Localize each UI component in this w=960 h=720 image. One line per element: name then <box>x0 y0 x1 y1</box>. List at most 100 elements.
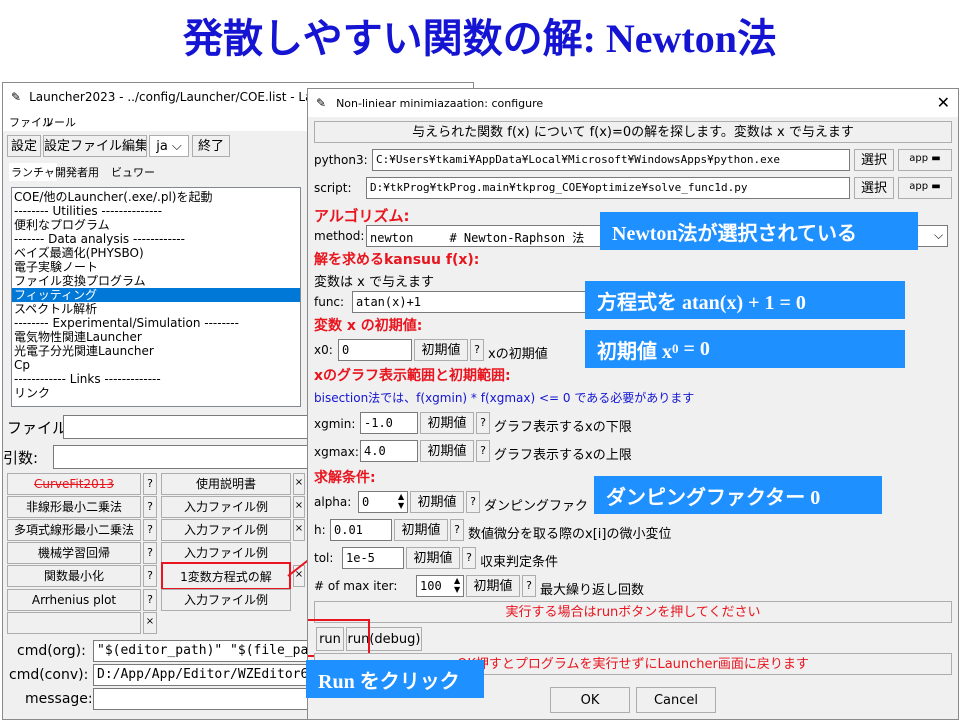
manual-button[interactable]: 使用説明書 <box>161 473 291 495</box>
x0-default-button[interactable]: 初期値 <box>414 339 468 361</box>
ml-regression-button[interactable]: 機械学習回帰 <box>7 542 141 564</box>
python-path-field[interactable]: C:¥Users¥tkami¥AppData¥Local¥Microsoft¥W… <box>372 149 850 171</box>
alpha-default-button[interactable]: 初期値 <box>410 491 464 513</box>
settings-button[interactable]: 設定 <box>7 135 41 157</box>
empty-button[interactable] <box>7 612 141 634</box>
callout-initial-suffix: = 0 <box>678 337 710 360</box>
list-item[interactable]: リンク <box>12 386 300 400</box>
polynomial-lsq-button[interactable]: 多項式線形最小二乗法 <box>7 519 141 541</box>
spin-arrows-icon[interactable]: ▲ ▼ <box>398 492 404 510</box>
run-message: 実行する場合はrunボタンを押してください <box>314 601 952 623</box>
xgmax-default-button[interactable]: 初期値 <box>420 440 474 462</box>
tol-description: 収束判定条件 <box>480 555 559 570</box>
help-button[interactable]: ? <box>143 496 157 518</box>
tol-help-button[interactable]: ? <box>462 547 476 569</box>
file-field[interactable] <box>63 415 313 439</box>
x0-field[interactable]: 0 <box>338 339 412 361</box>
tol-default-button[interactable]: 初期値 <box>406 547 460 569</box>
list-item[interactable]: ------------ Links ------------- <box>12 372 300 386</box>
xgmin-default-button[interactable]: 初期値 <box>420 412 474 434</box>
language-select[interactable]: ja ⌵ <box>149 135 189 157</box>
xgmax-field[interactable]: 4.0 <box>360 440 418 462</box>
list-item[interactable]: ベイズ最適化(PHYSBO) <box>12 246 300 260</box>
program-list[interactable]: COE/他のLauncher(.exe/.pl)を起動 -------- Uti… <box>11 187 301 407</box>
xgmax-label: xgmax: <box>314 445 359 459</box>
list-item[interactable]: 便利なプログラム <box>12 218 300 232</box>
h-default-button[interactable]: 初期値 <box>394 519 448 541</box>
x0-help-button[interactable]: ? <box>470 339 484 361</box>
help-button[interactable]: ? <box>143 519 157 541</box>
list-item[interactable]: -------- Experimental/Simulation -------… <box>12 316 300 330</box>
callout-initial-prefix: 初期値 x <box>597 340 672 363</box>
xgmax-description: グラフ表示するxの上限 <box>494 448 632 463</box>
function-minimize-button[interactable]: 関数最小化 <box>7 565 141 587</box>
list-item[interactable]: 電気物性関連Launcher <box>12 330 300 344</box>
input-example-button[interactable]: 入力ファイル例 <box>161 589 291 611</box>
close-icon[interactable]: × <box>293 473 305 495</box>
python-label: python3: <box>314 153 368 167</box>
list-item[interactable]: Cp <box>12 358 300 372</box>
list-item-selected[interactable]: フィッティング <box>12 288 300 302</box>
close-icon[interactable]: ✕ <box>937 93 950 112</box>
close-icon[interactable]: × <box>143 612 157 634</box>
xgmin-help-button[interactable]: ? <box>476 412 490 434</box>
input-example-button[interactable]: 入力ファイル例 <box>161 519 291 541</box>
help-button[interactable]: ? <box>143 542 157 564</box>
curvefit-button[interactable]: CurveFit2013 <box>7 473 141 495</box>
method-label: method: <box>314 229 365 243</box>
list-item[interactable]: 電子実験ノート <box>12 260 300 274</box>
menu-tools[interactable]: ツール <box>43 114 76 130</box>
maxiter-help-button[interactable]: ? <box>522 575 536 597</box>
tab-viewer[interactable]: ビュワー <box>109 163 157 181</box>
ok-button[interactable]: OK <box>550 687 630 713</box>
app-script-menu[interactable]: app ▬ <box>898 177 952 199</box>
arrhenius-button[interactable]: Arrhenius plot <box>7 589 141 611</box>
xgmin-field[interactable]: -1.0 <box>360 412 418 434</box>
list-item[interactable]: ------- Data analysis ------------ <box>12 232 300 246</box>
exit-button[interactable]: 終了 <box>192 135 230 157</box>
h-field[interactable]: 0.01 <box>330 519 392 541</box>
alpha-help-button[interactable]: ? <box>466 491 480 513</box>
select-python-button[interactable]: 選択 <box>854 149 894 171</box>
select-script-button[interactable]: 選択 <box>854 177 894 199</box>
chevron-down-icon[interactable]: ⌵ <box>934 228 943 243</box>
cancel-button[interactable]: Cancel <box>636 687 716 713</box>
variable-note: 変数は x で与えます <box>314 275 434 290</box>
tab-developer[interactable]: 開発者用 <box>53 163 101 181</box>
tol-field[interactable]: 1e-5 <box>342 547 404 569</box>
feather-icon: ✎ <box>316 96 327 110</box>
list-item[interactable]: ファイル変換プログラム <box>12 274 300 288</box>
maxiter-default-button[interactable]: 初期値 <box>466 575 520 597</box>
help-button[interactable]: ? <box>143 565 157 587</box>
xgmin-description: グラフ表示するxの下限 <box>494 420 632 435</box>
alpha-label: alpha: <box>314 495 352 509</box>
chevron-down-icon: ⌵ <box>171 139 182 154</box>
nonlinear-lsq-button[interactable]: 非線形最小二乗法 <box>7 496 141 518</box>
help-button[interactable]: ? <box>143 589 157 611</box>
input-example-button[interactable]: 入力ファイル例 <box>161 542 291 564</box>
input-example-button[interactable]: 入力ファイル例 <box>161 496 291 518</box>
list-item[interactable]: COE/他のLauncher(.exe/.pl)を起動 <box>12 190 300 204</box>
close-icon[interactable]: × <box>293 519 305 541</box>
help-button[interactable]: ? <box>143 473 157 495</box>
dialog-titlebar: ✎ Non-liniear minimiazaation: configure … <box>308 89 958 117</box>
bisection-note: bisection法では、f(xgmin) * f(xgmax) <= 0 であ… <box>314 391 695 405</box>
tol-label: tol: <box>314 551 334 565</box>
x0-label: x0: <box>314 343 333 357</box>
args-field[interactable] <box>53 445 313 469</box>
list-item[interactable]: -------- Utilities -------------- <box>12 204 300 218</box>
callout-equation: 方程式を atan(x) + 1 = 0 <box>585 281 905 319</box>
list-item[interactable]: スペクトル解析 <box>12 302 300 316</box>
edit-settings-button[interactable]: 設定ファイル編集 <box>43 135 147 157</box>
dialog-title: Non-liniear minimiazaation: configure <box>336 96 544 110</box>
func-field[interactable]: atan(x)+1 <box>352 291 592 313</box>
list-item[interactable]: 光電子分光関連Launcher <box>12 344 300 358</box>
spin-arrows-icon[interactable]: ▲ ▼ <box>454 576 460 594</box>
equation-solver-button[interactable]: 1変数方程式の解 <box>161 562 291 590</box>
script-path-field[interactable]: D:¥tkProg¥tkProg.main¥tkprog_COE¥optimiz… <box>366 177 850 199</box>
app-python-menu[interactable]: app ▬ <box>898 149 952 171</box>
xgmax-help-button[interactable]: ? <box>476 440 490 462</box>
h-help-button[interactable]: ? <box>450 519 464 541</box>
close-icon[interactable]: × <box>293 496 305 518</box>
tab-launcher[interactable]: ランチャ <box>9 163 57 181</box>
